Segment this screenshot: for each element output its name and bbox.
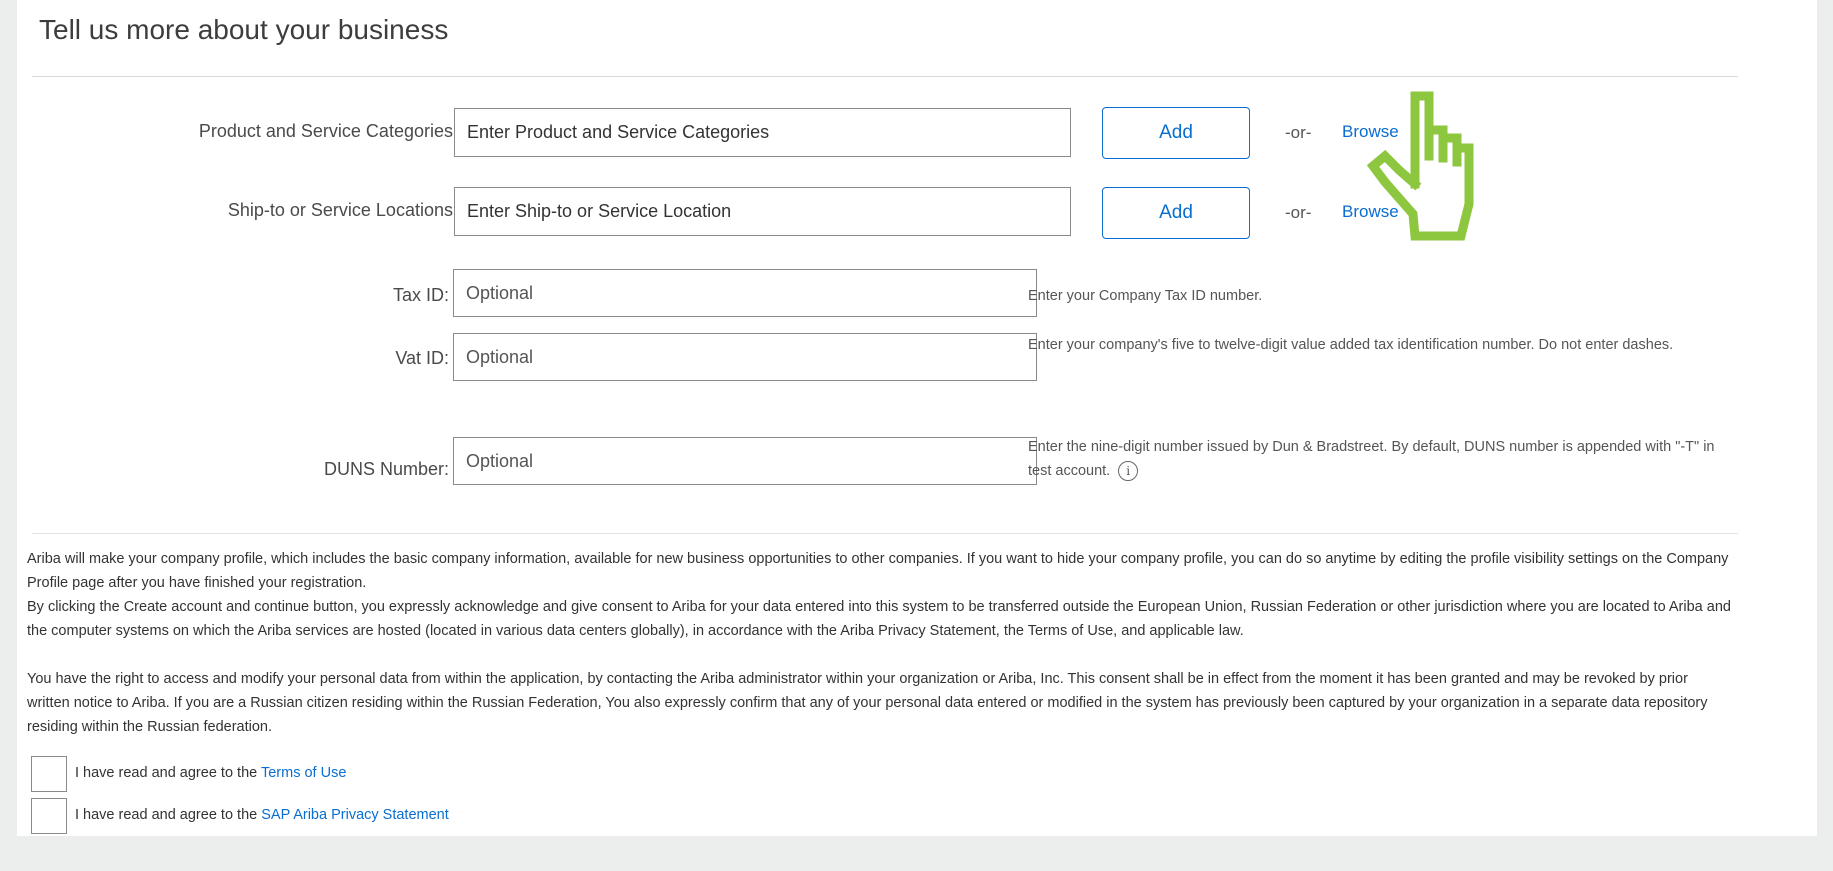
locations-input[interactable]: [454, 187, 1071, 236]
tax-id-input[interactable]: [453, 269, 1037, 317]
tax-id-label: Tax ID:: [392, 285, 449, 305]
personal-data-rights-notice: You have the right to access and modify …: [27, 671, 1708, 735]
terms-agreement-label: I have read and agree to the Terms of Us…: [75, 765, 347, 781]
locations-label: Ship-to or Service Locations:*: [147, 200, 465, 221]
terms-of-use-link[interactable]: Terms of Use: [261, 765, 346, 781]
privacy-statement-link[interactable]: SAP Ariba Privacy Statement: [261, 807, 449, 823]
duns-label: DUNS Number:: [323, 459, 449, 479]
page-title: Tell us more about your business: [39, 14, 449, 45]
info-icon[interactable]: i: [1118, 461, 1139, 482]
or-separator: -or-: [1285, 203, 1312, 222]
vat-id-hint: Enter your company's five to twelve-digi…: [1028, 337, 1674, 353]
registration-page: Tell us more about your business Product…: [17, 0, 1817, 836]
section-divider: [32, 533, 1738, 534]
vat-id-label: Vat ID:: [395, 348, 449, 368]
vat-id-input[interactable]: [453, 333, 1037, 381]
hand-pointer-icon: [1366, 91, 1474, 241]
categories-input[interactable]: [454, 108, 1071, 157]
data-transfer-consent: By clicking the Create account and conti…: [27, 599, 1731, 639]
add-location-button[interactable]: Add: [1102, 187, 1250, 239]
profile-visibility-notice: Ariba will make your company profile, wh…: [27, 551, 1729, 591]
terms-checkbox[interactable]: [31, 756, 67, 792]
title-divider: [32, 76, 1738, 77]
duns-hint: Enter the nine-digit number issued by Du…: [1028, 435, 1738, 483]
tax-id-hint: Enter your Company Tax ID number.: [1028, 288, 1263, 304]
privacy-agreement-label: I have read and agree to the SAP Ariba P…: [75, 807, 449, 823]
footer-band: [17, 836, 1817, 871]
categories-label: Product and Service Categories:*: [147, 121, 465, 142]
add-category-button[interactable]: Add: [1102, 107, 1250, 159]
duns-input[interactable]: [453, 437, 1037, 485]
or-separator: -or-: [1285, 123, 1312, 142]
privacy-checkbox[interactable]: [31, 798, 67, 834]
